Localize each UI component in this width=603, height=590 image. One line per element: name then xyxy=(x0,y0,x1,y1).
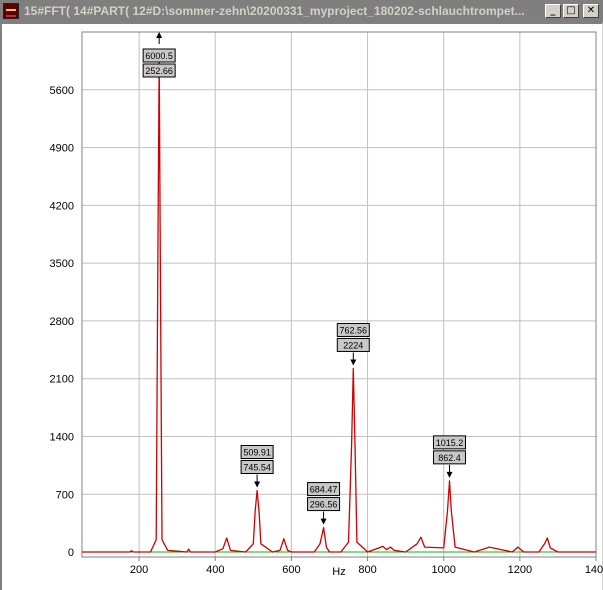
minimize-button[interactable]: _ xyxy=(545,4,561,18)
marker-y-value: 296.56 xyxy=(310,500,338,510)
spectrum-line xyxy=(82,56,596,553)
y-tick-label: 4200 xyxy=(50,200,74,212)
y-tick-label: 4900 xyxy=(50,143,74,155)
marker-y-value: 252.66 xyxy=(145,66,173,76)
x-tick-label: 1200 xyxy=(508,564,532,576)
marker-arrow-head xyxy=(350,359,357,366)
spectrum-chart: 0 700 1400 2100 2800 3500 4200 4900 5600 200 400 6… xyxy=(50,31,603,578)
y-tick-label: 1400 xyxy=(50,431,74,443)
peak-marker: 762.56 2224 xyxy=(336,322,370,366)
x-tick-label: 140 xyxy=(585,564,603,576)
marker-x-value: 1015.2 xyxy=(436,438,464,448)
y-tick-label: 0 xyxy=(68,547,74,559)
x-tick-label: 400 xyxy=(206,564,224,576)
marker-arrow-head xyxy=(446,471,453,478)
close-button[interactable]: ✕ xyxy=(583,4,599,18)
peak-marker: 1015.2 862.4 xyxy=(432,435,466,478)
x-tick-label: 1000 xyxy=(431,564,455,576)
y-tick-label: 5600 xyxy=(50,85,74,97)
peak-marker: 509.91 745.54 xyxy=(240,445,274,488)
marker-y-value: 2224 xyxy=(343,340,363,350)
x-tick-label: 800 xyxy=(358,564,376,576)
y-tick-label: 2800 xyxy=(50,316,74,328)
window-title: 15#FFT( 14#PART( 12#D:\sommer-zehn\20200… xyxy=(24,4,525,18)
maximize-button[interactable]: □ xyxy=(563,4,579,18)
marker-arrow-head xyxy=(156,32,163,38)
marker-x-value: 684.47 xyxy=(310,485,338,495)
x-axis-label: Hz xyxy=(332,566,345,578)
peak-markers: 6000.5 252.66 509.91 745.54 684.47 296.56 762.… xyxy=(142,32,466,525)
app-icon[interactable] xyxy=(3,3,19,19)
peak-marker: 684.47 296.56 xyxy=(307,482,341,525)
marker-y-value: 862.4 xyxy=(438,453,461,463)
y-tick-label: 700 xyxy=(56,489,74,501)
marker-x-value: 762.56 xyxy=(340,325,368,335)
marker-arrow-head xyxy=(320,518,327,525)
marker-x-value: 6000.5 xyxy=(145,51,173,61)
title-bar[interactable]: 15#FFT( 14#PART( 12#D:\sommer-zehn\20200… xyxy=(0,0,603,22)
x-tick-label: 600 xyxy=(282,564,300,576)
spectrum-series xyxy=(82,56,596,553)
y-tick-labels: 0 700 1400 2100 2800 3500 4200 4900 5600 xyxy=(50,85,74,559)
peak-marker: 6000.5 252.66 xyxy=(142,32,176,78)
marker-x-value: 509.91 xyxy=(243,448,271,458)
marker-arrow-head xyxy=(254,481,261,488)
y-tick-label: 3500 xyxy=(50,258,74,270)
y-tick-label: 2100 xyxy=(50,374,74,386)
marker-y-value: 745.54 xyxy=(243,463,271,473)
x-tick-labels: 200 400 600 800 1000 1200 140 xyxy=(130,564,603,576)
x-tick-label: 200 xyxy=(130,564,148,576)
